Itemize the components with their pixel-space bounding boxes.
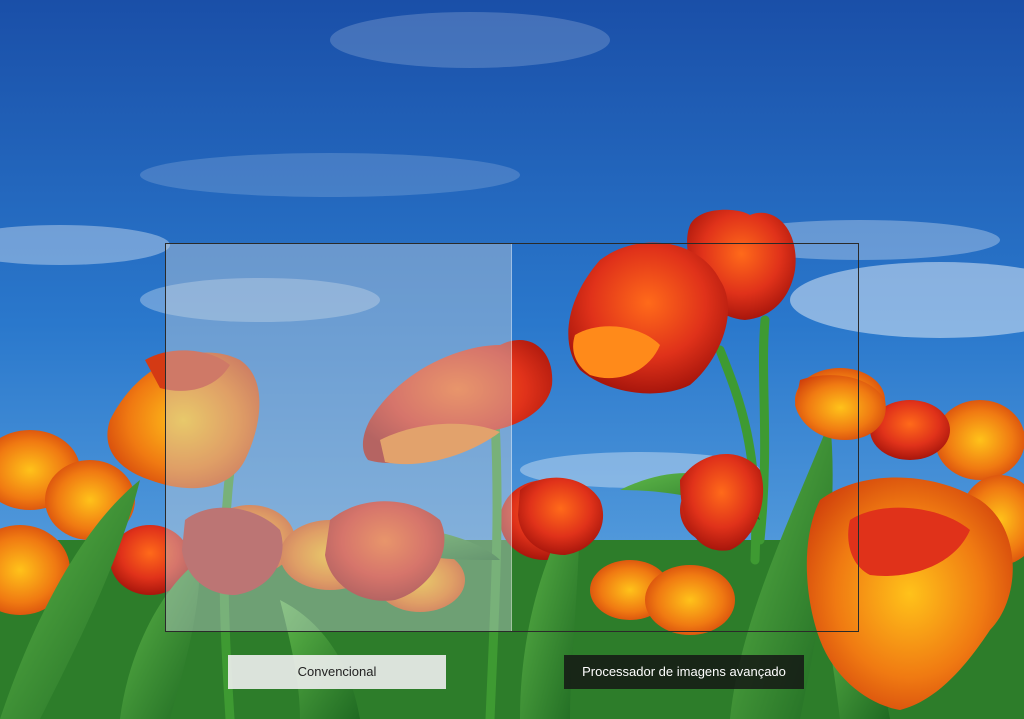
conventional-processing-overlay xyxy=(166,244,511,631)
conventional-label: Convencional xyxy=(228,655,446,689)
tulip-field-photo xyxy=(0,0,1024,719)
comparison-divider xyxy=(511,244,512,631)
advanced-processor-label: Processador de imagens avançado xyxy=(564,655,804,689)
